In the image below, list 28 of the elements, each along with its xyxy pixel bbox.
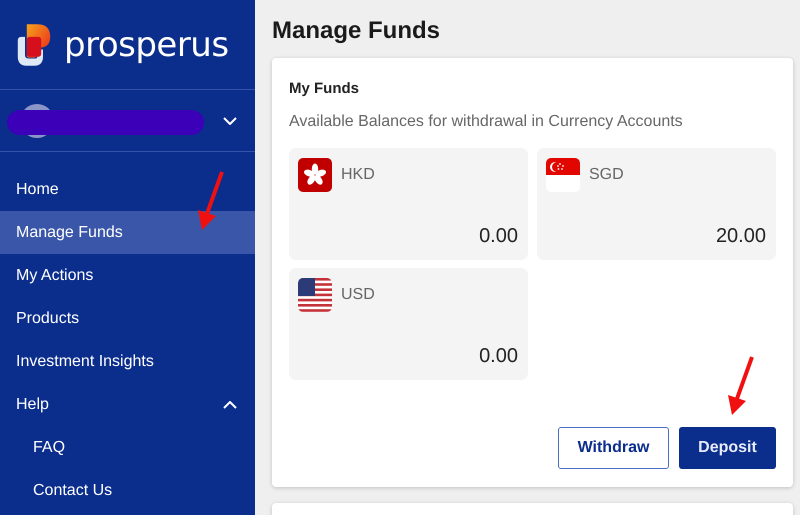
chevron-icon[interactable] <box>223 400 237 408</box>
balance-amount: 20.00 <box>714 225 766 248</box>
annotation-arrow <box>196 170 226 232</box>
currency-code: USD <box>341 286 375 304</box>
currency-code: SGD <box>589 166 624 184</box>
balance-amount: 0.00 <box>478 225 518 248</box>
nav-item[interactable]: Investment Insights <box>0 340 255 383</box>
annotation-arrow <box>726 355 756 417</box>
nav-item[interactable]: Manage Funds <box>0 211 255 254</box>
chevron-icon[interactable] <box>223 116 237 124</box>
nav-item[interactable]: Help <box>0 383 255 426</box>
flag-icon <box>298 158 332 192</box>
balance-amount: 0.00 <box>478 345 518 368</box>
page-title: Manage Funds <box>272 17 442 45</box>
deposit-button[interactable]: Deposit <box>679 427 776 469</box>
flag-icon <box>298 278 332 312</box>
card-title: My Funds <box>289 80 360 97</box>
nav-item[interactable]: Products <box>0 297 255 340</box>
flag-icon <box>546 158 580 192</box>
withdraw-button[interactable]: Withdraw <box>558 427 669 469</box>
currency-code: HKD <box>341 166 375 184</box>
nav-subitem[interactable]: Contact Us <box>0 469 255 512</box>
logo-icon <box>16 22 52 66</box>
card-subtitle: Available Balances for withdrawal in Currency Accounts <box>289 113 684 131</box>
nav-item[interactable]: Home <box>0 168 255 211</box>
nav-subitem[interactable]: FAQ <box>0 426 255 469</box>
logo-text: prosperus <box>64 24 229 64</box>
nav-item[interactable]: My Actions <box>0 254 255 297</box>
